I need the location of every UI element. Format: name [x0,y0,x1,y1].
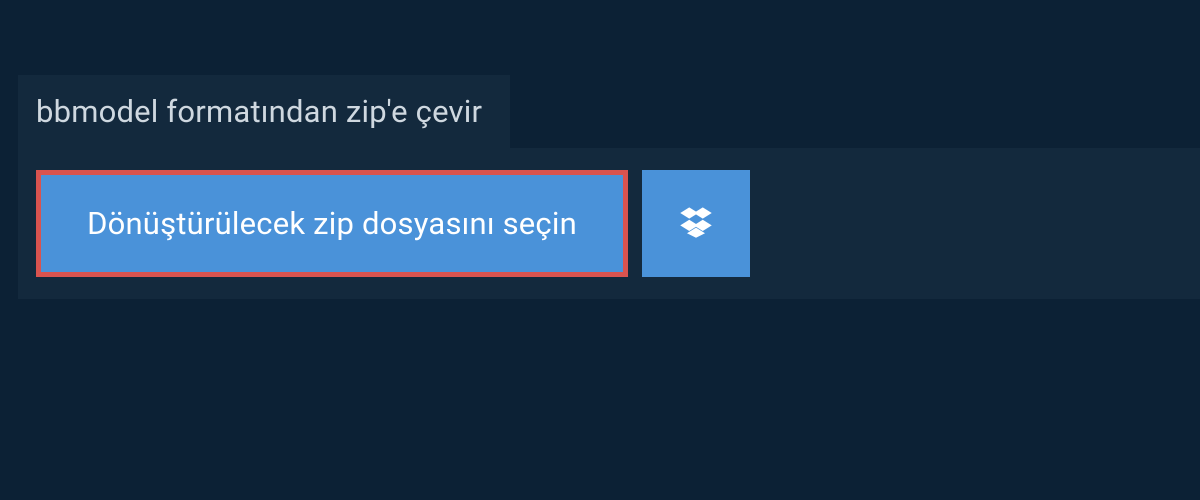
converter-container: bbmodel formatından zip'e çevir Dönüştür… [0,0,1200,299]
dropbox-button[interactable] [642,170,750,277]
page-title: bbmodel formatından zip'e çevir [18,75,510,148]
select-file-label: Dönüştürülecek zip dosyasını seçin [87,205,577,242]
select-file-button[interactable]: Dönüştürülecek zip dosyasını seçin [36,170,628,277]
dropbox-icon [678,204,714,244]
upload-panel: Dönüştürülecek zip dosyasını seçin [18,148,1200,299]
